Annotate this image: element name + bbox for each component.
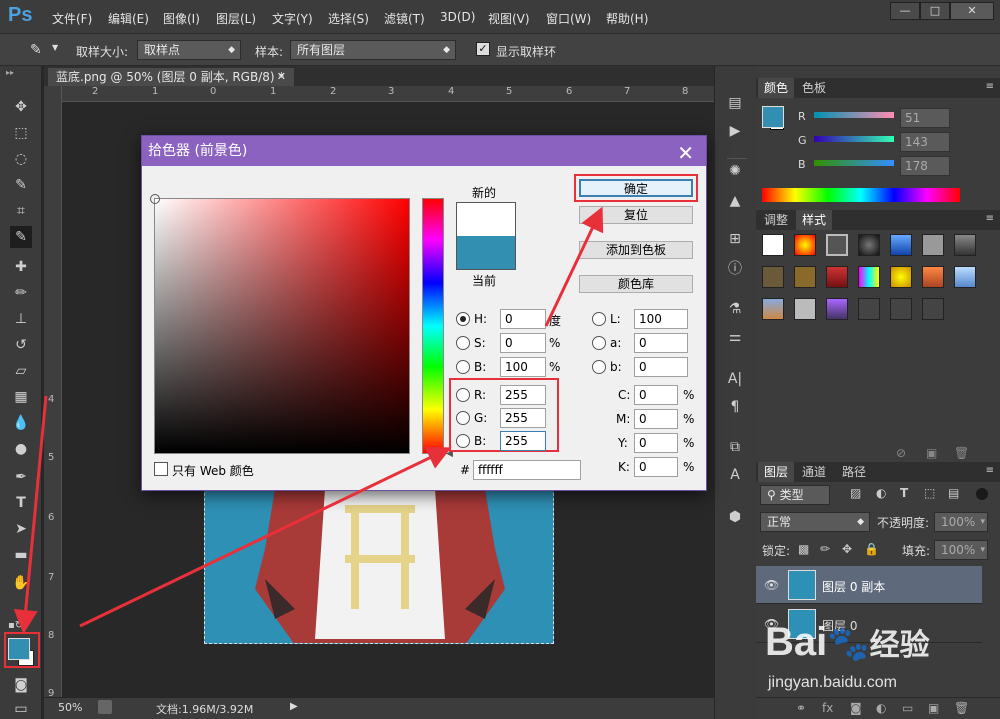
watermark-logo-text2: 经验 [869,629,930,662]
annotation-arrow [544,206,604,327]
watermark-logo-text: Bai [765,620,828,664]
annotation-arrow [79,446,452,628]
annotation-arrow [13,395,48,634]
annotation-arrows [13,206,604,634]
paw-icon: 🐾 [827,625,870,663]
watermark-url: jingyan.baidu.com [768,674,897,691]
baidu-watermark-logo: Bai🐾经验 [765,620,930,665]
